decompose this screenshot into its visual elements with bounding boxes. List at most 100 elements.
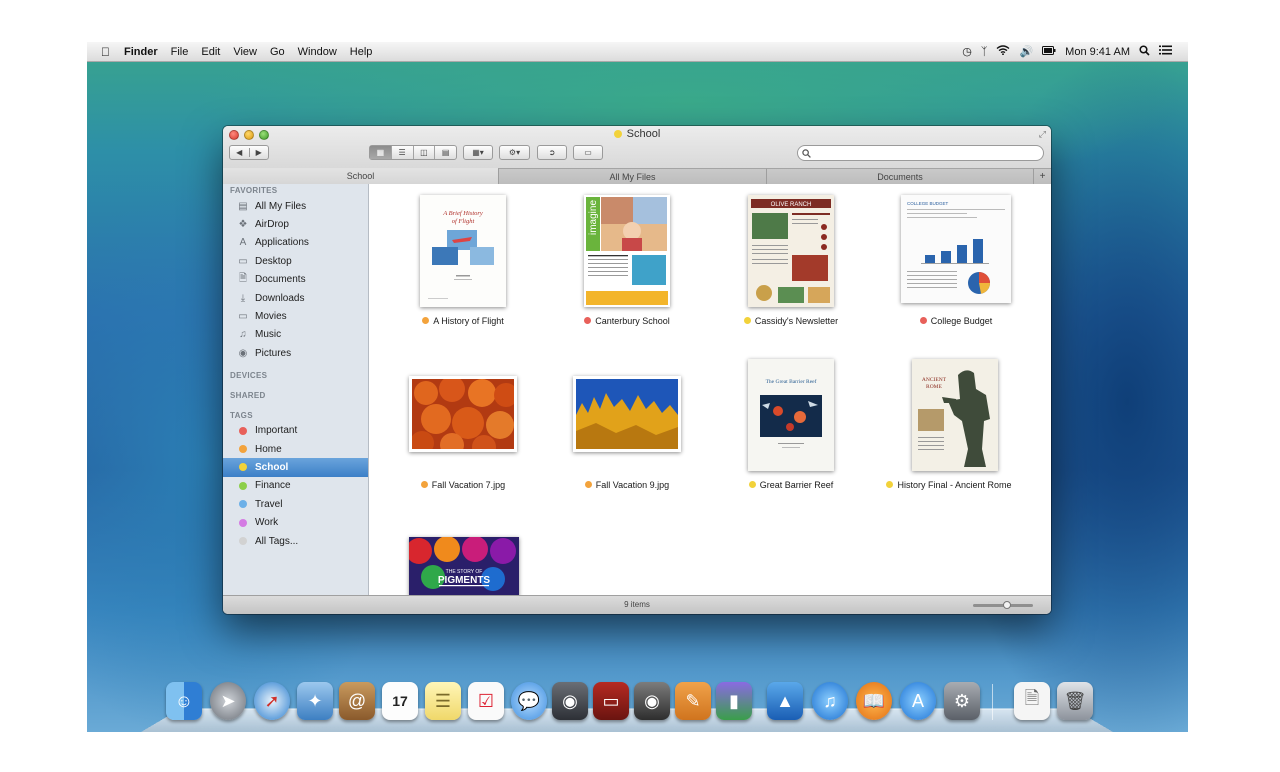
window-title-text: School — [626, 128, 661, 140]
window-title: School — [223, 128, 1051, 140]
sidebar-item-downloads[interactable]: ⤓ Downloads — [223, 289, 368, 307]
menu-app-finder[interactable]: Finder — [124, 46, 158, 58]
reef-title-text: The Great Barrier Reef — [766, 378, 817, 385]
file-label-ancient-rome[interactable]: History Final - Ancient Rome — [874, 480, 1024, 491]
rome-title-text: ANCIENT — [922, 377, 947, 383]
icon-size-slider[interactable] — [973, 601, 1033, 609]
sidebar-tag-finance[interactable]: Finance — [223, 477, 368, 495]
file-thumbnail-college-budget[interactable]: COLLEGE BUDGET — [901, 195, 1011, 303]
sidebar-item-all-my-files[interactable]: ▤ All My Files — [223, 197, 368, 215]
school-tag-dot — [613, 130, 622, 138]
file-thumbnail-ancient-rome[interactable]: ANCIENT ROME — [912, 359, 998, 471]
file-thumbnail-pigments[interactable]: THE STORY OF PIGMENTS — [409, 537, 519, 595]
menu-edit[interactable]: Edit — [201, 46, 220, 58]
tab-all-my-files[interactable]: All My Files — [498, 168, 766, 184]
menu-clock[interactable]: Mon 9:41 AM — [1065, 46, 1130, 58]
tab-school[interactable]: School — [223, 168, 498, 184]
file-label-cassidys-newsletter[interactable]: Cassidy's Newsletter — [716, 316, 866, 327]
apple-menu-icon[interactable]:  — [101, 45, 110, 59]
time-machine-icon[interactable]: ◷ — [962, 45, 972, 58]
sidebar-item-music[interactable]: ♫ Music — [223, 326, 368, 344]
document-icon[interactable]: 🗎 — [1014, 682, 1050, 720]
spotlight-icon[interactable] — [1139, 44, 1150, 59]
file-label-college-budget[interactable]: College Budget — [881, 316, 1031, 327]
file-thumbnail-canterbury-school[interactable]: imagine — [584, 195, 670, 307]
column-view-icon[interactable]: ◫ — [414, 146, 436, 159]
share-button[interactable]: ➲ — [537, 145, 567, 160]
sidebar-tag-school[interactable]: School — [223, 458, 368, 477]
battery-icon[interactable] — [1042, 45, 1056, 58]
contacts-icon[interactable]: @ — [339, 682, 375, 720]
sidebar-all-tags[interactable]: All Tags... — [223, 532, 368, 550]
search-field[interactable] — [797, 145, 1044, 161]
file-label-fall-vacation-9[interactable]: Fall Vacation 9.jpg — [552, 480, 702, 491]
slider-knob[interactable] — [1003, 601, 1011, 609]
file-thumbnail-great-barrier-reef[interactable]: The Great Barrier Reef — [748, 359, 834, 471]
keynote-icon[interactable]: ▲ — [767, 682, 803, 720]
volume-icon[interactable]: 🔊 — [1019, 45, 1033, 58]
sidebar-tag-travel[interactable]: Travel — [223, 495, 368, 513]
ibooks-icon[interactable]: 📖 — [856, 682, 892, 720]
pages-icon[interactable]: ✎ — [675, 682, 711, 720]
system-preferences-icon[interactable]: ⚙ — [944, 682, 980, 720]
cover-flow-icon[interactable]: ▤ — [435, 146, 456, 159]
safari-icon[interactable]: ➚ — [254, 682, 290, 720]
file-label-history-of-flight[interactable]: A History of Flight — [388, 316, 538, 327]
fullscreen-icon[interactable]: ⤢ — [1039, 129, 1046, 140]
bluetooth-icon[interactable]: ᛉ — [981, 46, 988, 58]
itunes-icon[interactable]: ♫ — [812, 682, 848, 720]
file-thumbnail-fall-vacation-7[interactable] — [409, 376, 517, 452]
file-label-canterbury-school[interactable]: Canterbury School — [552, 316, 702, 327]
file-thumbnail-history-of-flight[interactable]: A Brief History of Flight — [420, 195, 506, 307]
numbers-icon[interactable]: ▮ — [716, 682, 752, 720]
file-label-great-barrier-reef[interactable]: Great Barrier Reef — [716, 480, 866, 491]
arrange-button[interactable]: ▦▾ — [463, 145, 493, 160]
calendar-icon[interactable]: 17 — [382, 682, 418, 720]
sidebar-item-movies[interactable]: ▭ Movies — [223, 307, 368, 325]
sidebar-tag-home[interactable]: Home — [223, 440, 368, 458]
tag-button[interactable]: ▭ — [573, 145, 603, 160]
new-tab-button[interactable]: + — [1033, 168, 1051, 184]
sidebar-item-desktop[interactable]: ▭ Desktop — [223, 252, 368, 270]
sidebar-header-devices[interactable]: DEVICES — [223, 369, 368, 382]
sidebar-item-applications[interactable]: A Applications — [223, 234, 368, 252]
notification-center-icon[interactable] — [1159, 45, 1172, 58]
mail-icon[interactable]: ✦ — [297, 682, 333, 720]
menu-go[interactable]: Go — [270, 46, 285, 58]
app-store-icon[interactable]: A — [900, 682, 936, 720]
icon-view-icon[interactable]: ▦ — [370, 146, 392, 159]
iphoto-icon[interactable]: ◉ — [634, 682, 670, 720]
sidebar-header-shared[interactable]: SHARED — [223, 389, 368, 402]
menu-help[interactable]: Help — [350, 46, 373, 58]
sidebar-item-airdrop[interactable]: ❖ AirDrop — [223, 215, 368, 233]
menu-file[interactable]: File — [171, 46, 189, 58]
sidebar-tag-important[interactable]: Important — [223, 422, 368, 440]
finder-icon[interactable]: ☺ — [166, 682, 202, 720]
reminders-icon[interactable]: ☑ — [468, 682, 504, 720]
file-label-fall-vacation-7[interactable]: Fall Vacation 7.jpg — [388, 480, 538, 491]
forward-icon[interactable]: ▶ — [250, 148, 269, 157]
sidebar-item-documents[interactable]: 🗎 Documents — [223, 271, 368, 289]
tab-documents[interactable]: Documents — [766, 168, 1033, 184]
file-thumbnail-fall-vacation-9[interactable] — [573, 376, 681, 452]
trash-icon[interactable]: 🗑 — [1057, 682, 1093, 720]
document-preview-icon: ANCIENT ROME — [912, 359, 998, 471]
menu-window[interactable]: Window — [298, 46, 337, 58]
list-view-icon[interactable]: ☰ — [392, 146, 414, 159]
action-button[interactable]: ⚙▾ — [499, 145, 530, 160]
tag-dot-icon — [748, 481, 756, 488]
photo-booth-icon[interactable]: ▭ — [593, 682, 629, 720]
wifi-icon[interactable] — [996, 45, 1010, 58]
menu-view[interactable]: View — [233, 46, 257, 58]
launchpad-icon[interactable]: ➤ — [210, 682, 246, 720]
back-icon[interactable]: ◀ — [230, 148, 250, 157]
file-thumbnail-cassidys-newsletter[interactable]: OLIVE RANCH — [748, 195, 834, 307]
sidebar-tag-work[interactable]: Work — [223, 513, 368, 531]
messages-icon[interactable]: 💬 — [511, 682, 547, 720]
file-name: Cassidy's Newsletter — [754, 316, 839, 326]
calendar-day: 17 — [392, 693, 408, 709]
notes-icon[interactable]: ☰ — [425, 682, 461, 720]
sidebar-item-pictures[interactable]: ◉ Pictures — [223, 344, 368, 362]
sidebar-header-tags[interactable]: TAGS — [223, 409, 368, 422]
facetime-icon[interactable]: ◉ — [552, 682, 588, 720]
